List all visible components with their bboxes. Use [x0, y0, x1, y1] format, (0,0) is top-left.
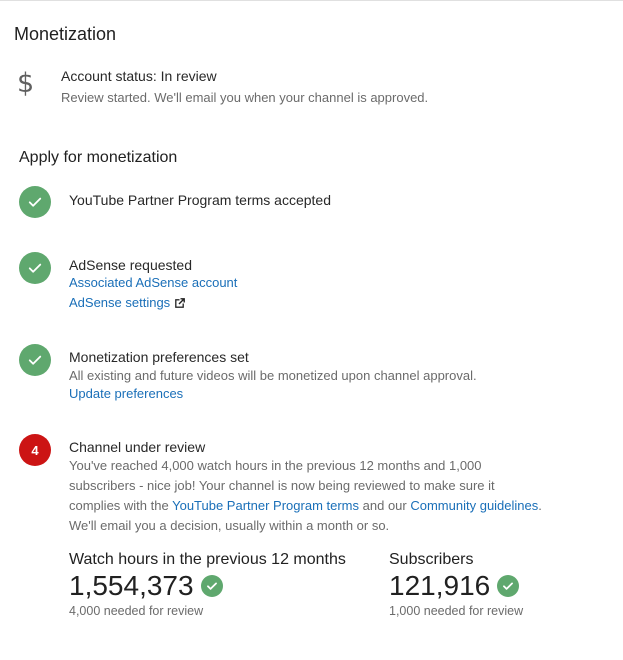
subscribers-note: 1,000 needed for review	[389, 604, 524, 618]
watch-hours-label: Watch hours in the previous 12 months	[69, 551, 346, 568]
watch-hours-value: 1,554,373	[69, 570, 194, 601]
subscribers-label: Subscribers	[389, 551, 474, 568]
step-1-check-icon	[19, 186, 51, 218]
external-link-icon	[175, 294, 186, 308]
step-4-text-mid: and our	[362, 498, 407, 513]
youtube-partner-program-terms-link[interactable]: YouTube Partner Program terms	[172, 498, 359, 513]
update-preferences-link[interactable]: Update preferences	[69, 386, 183, 401]
step-1-title: YouTube Partner Program terms accepted	[69, 192, 331, 208]
step-3-title: Monetization preferences set	[69, 349, 249, 365]
step-4-text-line-3: complies with the YouTube Partner Progra…	[69, 496, 569, 516]
associated-adsense-account-link[interactable]: Associated AdSense account	[69, 275, 237, 290]
step-4-number-badge: 4	[19, 434, 51, 466]
step-4-text-suffix: .	[538, 498, 542, 513]
adsense-settings-label: AdSense settings	[69, 295, 171, 310]
page-title: Monetization	[14, 24, 117, 44]
watch-hours-check-icon	[200, 575, 223, 597]
step-2-check-icon	[19, 252, 51, 284]
subscribers-value: 121,916	[389, 570, 491, 601]
step-4-text-prefix: complies with the	[69, 498, 169, 513]
watch-hours-note: 4,000 needed for review	[69, 604, 204, 618]
top-divider	[0, 0, 623, 1]
step-2-title: AdSense requested	[69, 257, 192, 273]
dollar-icon: $	[17, 68, 35, 99]
account-status-title: Account status: In review	[61, 68, 217, 84]
subscribers-value-row: 121,916	[389, 570, 520, 602]
step-4-title: Channel under review	[69, 439, 206, 455]
watch-hours-value-row: 1,554,373	[69, 570, 223, 602]
step-4-text-line-2: subscribers - nice job! Your channel is …	[69, 478, 495, 493]
step-3-description: All existing and future videos will be m…	[69, 368, 477, 383]
adsense-settings-link[interactable]: AdSense settings	[69, 295, 170, 310]
community-guidelines-link[interactable]: Community guidelines	[410, 498, 538, 513]
step-3-check-icon	[19, 344, 51, 376]
subscribers-check-icon	[497, 575, 520, 597]
step-4-text-line-4: We'll email you a decision, usually with…	[69, 518, 390, 533]
account-status-subtitle: Review started. We'll email you when you…	[61, 90, 429, 105]
apply-section-title: Apply for monetization	[19, 149, 178, 166]
step-4-text-line-1: You've reached 4,000 watch hours in the …	[69, 458, 482, 473]
